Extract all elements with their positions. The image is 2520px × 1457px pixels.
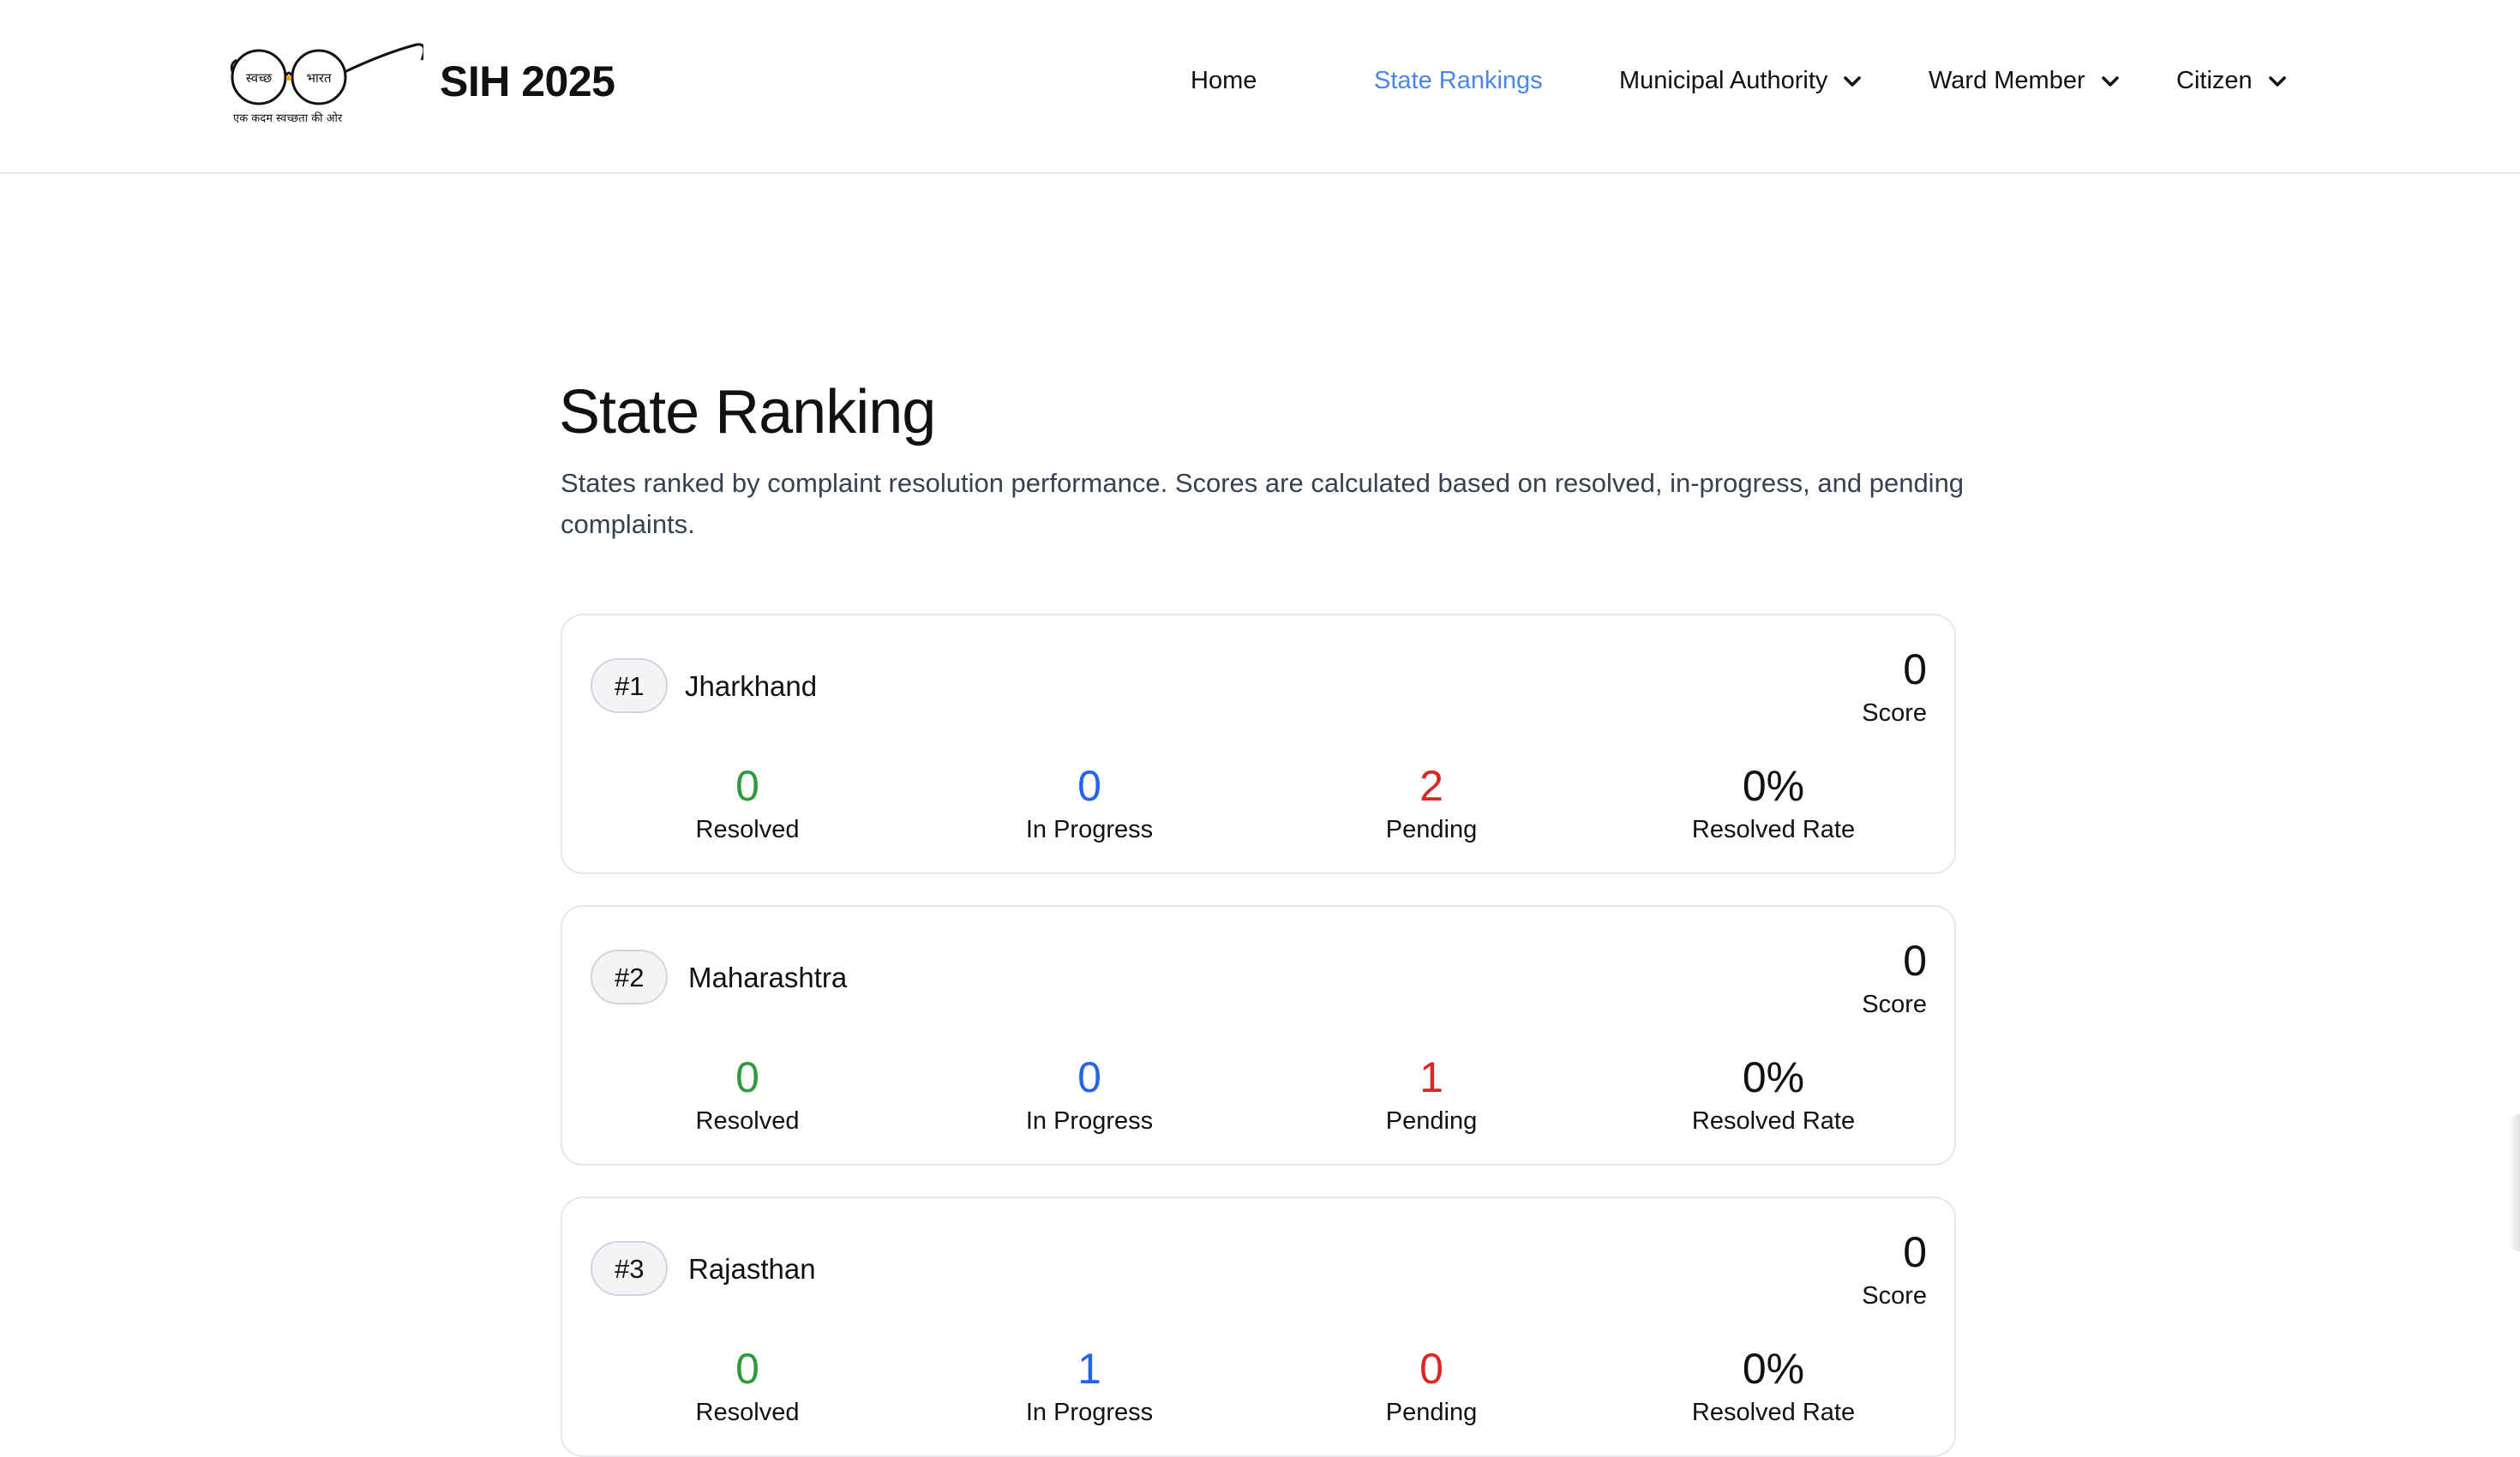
stat-pending: 1 Pending: [1303, 1052, 1560, 1138]
in-progress-value: 1: [1077, 1345, 1101, 1393]
stat-resolved: 0 Resolved: [619, 761, 876, 847]
stat-resolved-rate: 0% Resolved Rate: [1645, 1052, 1902, 1138]
stat-in-progress: 0 In Progress: [961, 761, 1218, 847]
stat-pending: 2 Pending: [1303, 761, 1560, 847]
resolved-rate-label: Resolved Rate: [1691, 816, 1856, 843]
score-label: Score: [1862, 991, 1927, 1018]
stat-resolved-rate: 0% Resolved Rate: [1645, 1344, 1902, 1430]
nav-state-rankings[interactable]: State Rankings: [1374, 67, 1543, 95]
pending-value: 2: [1419, 762, 1443, 810]
chevron-down-icon: [1844, 75, 1862, 87]
score-label: Score: [1862, 699, 1927, 727]
nav-home-label: Home: [1191, 67, 1257, 94]
score-value: 0: [1903, 645, 1927, 693]
state-card[interactable]: #3 Rajasthan 0 Score 0 Resolved 1 In Pro…: [561, 1196, 1956, 1457]
stat-pending: 0 Pending: [1303, 1344, 1560, 1430]
stat-resolved: 0 Resolved: [619, 1344, 876, 1430]
state-card[interactable]: #2 Maharashtra 0 Score 0 Resolved 0 In P…: [561, 905, 1956, 1166]
pending-label: Pending: [1385, 1399, 1478, 1426]
stat-resolved: 0 Resolved: [619, 1052, 876, 1138]
floating-widget-edge[interactable]: [2508, 1114, 2520, 1251]
nav-citizen-label: Citizen: [2176, 67, 2253, 94]
logo-text-right: भारत: [306, 70, 332, 86]
in-progress-label: In Progress: [1025, 816, 1154, 843]
resolved-rate-value: 0%: [1742, 1053, 1805, 1101]
brand-title[interactable]: SIH 2025: [440, 57, 615, 106]
chevron-down-icon: [2101, 75, 2119, 87]
resolved-rate-label: Resolved Rate: [1691, 1107, 1856, 1135]
page-description: States ranked by complaint resolution pe…: [561, 468, 1965, 539]
in-progress-label: In Progress: [1025, 1399, 1154, 1426]
resolved-value: 0: [735, 762, 759, 810]
nav-home[interactable]: Home: [1191, 67, 1257, 95]
page-title: State Ranking: [559, 378, 936, 447]
pending-label: Pending: [1385, 816, 1478, 843]
state-name: Jharkhand: [685, 670, 818, 702]
in-progress-label: In Progress: [1025, 1107, 1154, 1135]
in-progress-value: 0: [1077, 1053, 1101, 1101]
stat-in-progress: 1 In Progress: [961, 1344, 1218, 1430]
rank-badge: #3: [591, 1241, 669, 1296]
resolved-label: Resolved: [695, 816, 800, 843]
state-name: Maharashtra: [688, 962, 848, 993]
resolved-rate-label: Resolved Rate: [1691, 1399, 1856, 1426]
score-block: 0 Score: [1862, 645, 1927, 730]
score-value: 0: [1903, 1228, 1927, 1276]
nav-state-rankings-label: State Rankings: [1374, 67, 1543, 94]
pending-value: 0: [1419, 1345, 1443, 1393]
score-label: Score: [1862, 1282, 1927, 1310]
stat-in-progress: 0 In Progress: [961, 1052, 1218, 1138]
logo[interactable]: स्वच्छ भारत एक कदम स्वच्छता की ओर: [230, 38, 426, 129]
nav-citizen[interactable]: Citizen: [2176, 67, 2287, 95]
nav-ward-member-label: Ward Member: [1929, 67, 2085, 94]
site-header: स्वच्छ भारत एक कदम स्वच्छता की ओर SIH 20…: [0, 0, 2520, 174]
chevron-down-icon: [2268, 75, 2286, 87]
resolved-rate-value: 0%: [1742, 762, 1805, 810]
state-card[interactable]: #1 Jharkhand 0 Score 0 Resolved 0 In Pro…: [561, 614, 1956, 874]
nav-municipal-authority-label: Municipal Authority: [1619, 67, 1828, 94]
logo-text-left: स्वच्छ: [246, 70, 273, 86]
resolved-value: 0: [735, 1053, 759, 1101]
pending-value: 1: [1419, 1053, 1443, 1101]
in-progress-value: 0: [1077, 762, 1101, 810]
score-value: 0: [1903, 937, 1927, 985]
resolved-value: 0: [735, 1345, 759, 1393]
rank-badge: #1: [591, 658, 669, 713]
rank-badge: #2: [591, 950, 669, 1004]
state-name: Rajasthan: [688, 1253, 816, 1285]
resolved-rate-value: 0%: [1742, 1345, 1805, 1393]
score-block: 0 Score: [1862, 936, 1927, 1022]
nav-municipal-authority[interactable]: Municipal Authority: [1619, 67, 1862, 95]
nav-ward-member[interactable]: Ward Member: [1929, 67, 2120, 95]
score-block: 0 Score: [1862, 1227, 1927, 1313]
pending-label: Pending: [1385, 1107, 1478, 1135]
resolved-label: Resolved: [695, 1399, 800, 1426]
swachh-bharat-glasses-icon: स्वच्छ भारत एक कदम स्वच्छता की ओर: [230, 43, 426, 125]
resolved-label: Resolved: [695, 1107, 800, 1135]
logo-tagline: एक कदम स्वच्छता की ओर: [233, 111, 343, 125]
stat-resolved-rate: 0% Resolved Rate: [1645, 761, 1902, 847]
